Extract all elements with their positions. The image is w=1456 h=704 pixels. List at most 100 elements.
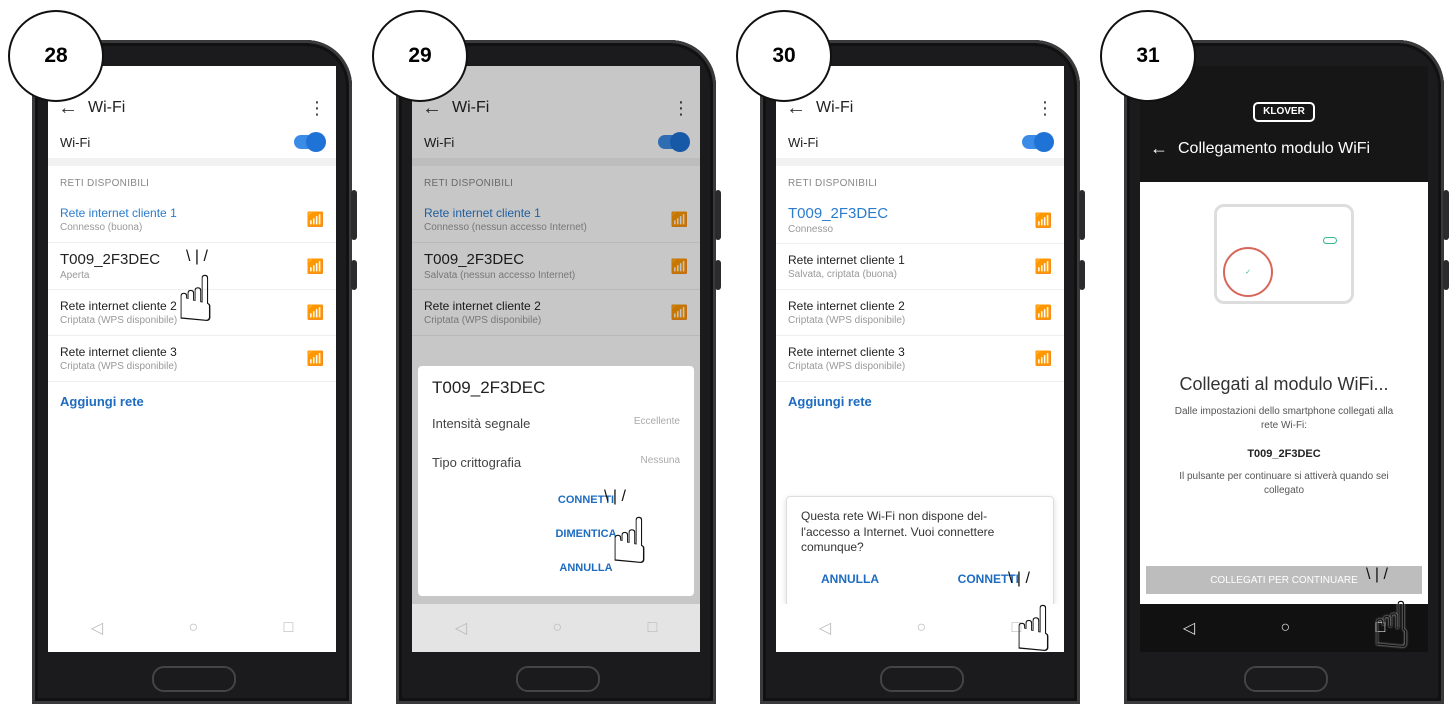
connect-button[interactable]: CONNETTI — [492, 494, 680, 506]
step-number-badge: 30 — [736, 10, 832, 102]
recents-nav-icon[interactable]: □ — [648, 619, 658, 637]
no-internet-dialog: Questa rete Wi-Fi non dispone del- l'acc… — [786, 496, 1054, 606]
encryption-label: Tipo crittografia — [432, 455, 522, 470]
highlight-circle: ✓ — [1223, 247, 1273, 297]
wifi-toggle-row[interactable]: Wi-Fi — [776, 126, 1064, 166]
back-nav-icon[interactable]: ◁ — [91, 618, 103, 638]
wifi-icon: 📶 — [306, 257, 324, 274]
nav-bar: ◁ ○ □ — [48, 604, 336, 652]
network-status: Salvata, criptata (buona) — [788, 269, 897, 280]
klover-logo: KLOVER — [1253, 102, 1315, 122]
app-bar: ← Collegamento modulo WiFi — [1140, 122, 1428, 159]
phone-screen: ← Wi-Fi ⋮ Wi-Fi RETI DISPONIBILI T009_2F… — [776, 66, 1064, 652]
target-ssid: T009_2F3DEC — [1247, 448, 1321, 460]
add-network-link[interactable]: Aggiungi rete — [776, 382, 1064, 421]
page-title: Collegamento modulo WiFi — [1178, 139, 1371, 157]
wifi-toggle[interactable] — [294, 132, 326, 152]
page-title: Wi-Fi — [816, 99, 854, 116]
encryption-row: Tipo crittografia Nessuna — [432, 455, 680, 470]
back-nav-icon[interactable]: ◁ — [455, 618, 467, 638]
network-item[interactable]: Rete internet cliente 1 Salvata, criptata… — [776, 244, 1064, 290]
add-network-link[interactable]: Aggiungi rete — [48, 382, 336, 421]
overflow-menu-icon[interactable]: ⋮ — [308, 98, 326, 119]
wifi-locked-icon: 📶 — [306, 304, 324, 320]
pointing-hand-icon: ☝ — [1014, 593, 1053, 665]
connect-heading: Collegati al modulo WiFi... — [1179, 374, 1389, 394]
wifi-locked-icon: 📶 — [306, 211, 324, 227]
wifi-locked-icon: 📶 — [306, 350, 324, 366]
network-name: Rete internet cliente 2 — [60, 299, 177, 313]
phone-frame: ← Wi-Fi ⋮ Wi-Fi RETI DISPONIBILI Rete in… — [396, 40, 721, 704]
network-name: Rete internet cliente 3 — [60, 345, 177, 359]
wifi-locked-icon: 📶 — [1034, 350, 1052, 366]
step-28: 28 ← Wi-Fi ⋮ Wi-Fi RETI DISPONIBILI Rete… — [0, 0, 364, 704]
network-item[interactable]: Rete internet cliente 2 Criptata (WPS dis… — [776, 290, 1064, 336]
phone-frame: ← Wi-Fi ⋮ Wi-Fi RETI DISPONIBILI Rete in… — [32, 40, 357, 704]
wifi-label: Wi-Fi — [60, 134, 91, 150]
network-status: Connesso (buona) — [60, 222, 143, 233]
continue-note: Il pulsante per continuare si attiverà q… — [1179, 471, 1389, 496]
network-item[interactable]: Rete internet cliente 3 Criptata (WPS dis… — [48, 336, 336, 382]
cancel-button[interactable]: ANNULLA — [492, 562, 680, 574]
signal-label: Intensità segnale — [432, 416, 531, 431]
section-label: RETI DISPONIBILI — [60, 178, 150, 189]
home-nav-icon[interactable]: ○ — [916, 619, 926, 637]
network-status: Connesso — [788, 224, 834, 235]
network-status: Criptata (WPS disponibile) — [788, 315, 906, 326]
encryption-value: Nessuna — [640, 455, 680, 466]
network-status: Criptata (WPS disponibile) — [60, 315, 178, 326]
sheet-title: T009_2F3DEC — [432, 378, 546, 397]
wifi-locked-icon: 📶 — [1034, 304, 1052, 320]
network-status: Criptata (WPS disponibile) — [788, 361, 906, 372]
step-31: 31 KLOVER ← Collegamento modulo WiFi ✓ C… — [1092, 0, 1456, 704]
section-label: RETI DISPONIBILI — [788, 178, 878, 189]
tap-sparkle-icon: \ | / — [1366, 566, 1388, 583]
network-name: Rete internet cliente 2 — [788, 299, 905, 313]
step-number-badge: 28 — [8, 10, 104, 102]
phone-illustration: ✓ — [1214, 204, 1354, 304]
network-name: T009_2F3DEC — [788, 205, 889, 222]
network-item[interactable]: Rete internet cliente 1 Connesso (buona) … — [48, 197, 336, 243]
wifi-toggle[interactable] — [1022, 132, 1054, 152]
back-nav-icon[interactable]: ◁ — [819, 618, 831, 638]
wifi-label: Wi-Fi — [788, 134, 819, 150]
network-name: Rete internet cliente 1 — [788, 253, 905, 267]
step-30: 30 ← Wi-Fi ⋮ Wi-Fi RETI DISPONIBILI T009… — [728, 0, 1092, 704]
back-nav-icon[interactable]: ◁ — [1183, 618, 1195, 638]
pointing-hand-icon: ☝ — [610, 505, 649, 577]
signal-row: Intensità segnale Eccellente — [432, 416, 680, 431]
network-status: Criptata (WPS disponibile) — [60, 361, 178, 372]
pointing-hand-icon: ☝ — [176, 263, 215, 335]
dialog-message: Questa rete Wi-Fi non dispone del- l'acc… — [801, 509, 995, 555]
home-nav-icon[interactable]: ○ — [552, 619, 562, 637]
network-name: T009_2F3DEC — [60, 251, 161, 268]
app-bar: ← Wi-Fi ⋮ — [776, 90, 1064, 126]
phone-screen: ← Wi-Fi ⋮ Wi-Fi RETI DISPONIBILI Rete in… — [48, 66, 336, 652]
network-status: Aperta — [60, 270, 90, 281]
network-details-sheet: T009_2F3DEC Intensità segnale Eccellente… — [418, 366, 694, 596]
home-nav-icon[interactable]: ○ — [1280, 619, 1290, 637]
cancel-button[interactable]: ANNULLA — [821, 572, 879, 586]
toggle-illustration — [1323, 237, 1337, 244]
wifi-icon: 📶 — [1034, 211, 1052, 228]
step-number-badge: 29 — [372, 10, 468, 102]
wifi-locked-icon: 📶 — [1034, 258, 1052, 274]
phone-screen: ← Wi-Fi ⋮ Wi-Fi RETI DISPONIBILI Rete in… — [412, 66, 700, 652]
network-item[interactable]: T009_2F3DEC Connesso 📶 — [776, 197, 1064, 244]
wifi-toggle-row[interactable]: Wi-Fi — [48, 126, 336, 166]
network-name: Rete internet cliente 1 — [60, 206, 177, 220]
step-29: 29 ← Wi-Fi ⋮ Wi-Fi RETI DISPONIBILI Rete… — [364, 0, 728, 704]
phone-screen: KLOVER ← Collegamento modulo WiFi ✓ Coll… — [1140, 66, 1428, 652]
network-item[interactable]: Rete internet cliente 3 Criptata (WPS dis… — [776, 336, 1064, 382]
forget-button[interactable]: DIMENTICA — [492, 528, 680, 540]
back-arrow-icon[interactable]: ← — [1150, 138, 1168, 159]
connect-instruction: Dalle impostazioni dello smartphone coll… — [1174, 406, 1394, 431]
recents-nav-icon[interactable]: □ — [284, 619, 294, 637]
overflow-menu-icon[interactable]: ⋮ — [1036, 98, 1054, 119]
app-bar: ← Wi-Fi ⋮ — [48, 90, 336, 126]
tap-sparkle-icon: \ | / — [1008, 570, 1030, 587]
pointing-hand-icon: ☝ — [1372, 589, 1411, 661]
step-number-badge: 31 — [1100, 10, 1196, 102]
dialog-actions: ANNULLA CONNETTI — [801, 572, 1039, 586]
home-nav-icon[interactable]: ○ — [188, 619, 198, 637]
